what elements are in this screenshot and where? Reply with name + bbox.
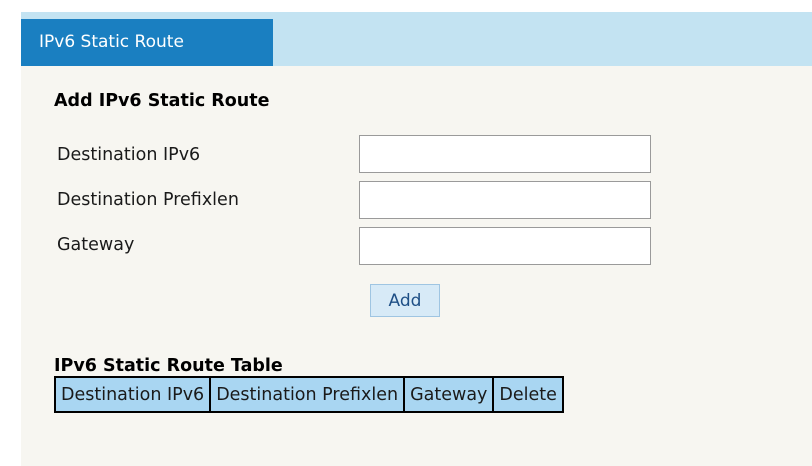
ipv6-static-route-table: Destination IPv6 Destination Prefixlen G… [53, 376, 564, 413]
tab-bar: IPv6 Static Route [21, 12, 812, 66]
column-header-delete: Delete [492, 376, 564, 413]
table-header-row: Destination IPv6 Destination Prefixlen G… [53, 376, 564, 413]
destination-prefixlen-input[interactable] [359, 181, 651, 219]
column-header-gateway: Gateway [403, 376, 495, 413]
destination-ipv6-label: Destination IPv6 [57, 145, 201, 165]
main-frame: IPv6 Static Route Add IPv6 Static Route … [21, 12, 812, 466]
add-route-section-title: Add IPv6 Static Route [54, 91, 270, 111]
add-button[interactable]: Add [370, 284, 440, 317]
destination-prefixlen-label: Destination Prefixlen [57, 190, 239, 210]
column-header-destination-prefixlen: Destination Prefixlen [209, 376, 406, 413]
tab-ipv6-static-route[interactable]: IPv6 Static Route [21, 19, 273, 66]
gateway-input[interactable] [359, 227, 651, 265]
route-table-section-title: IPv6 Static Route Table [54, 356, 283, 376]
column-header-destination-ipv6: Destination IPv6 [53, 376, 212, 413]
destination-ipv6-input[interactable] [359, 135, 651, 173]
gateway-label: Gateway [57, 235, 135, 255]
